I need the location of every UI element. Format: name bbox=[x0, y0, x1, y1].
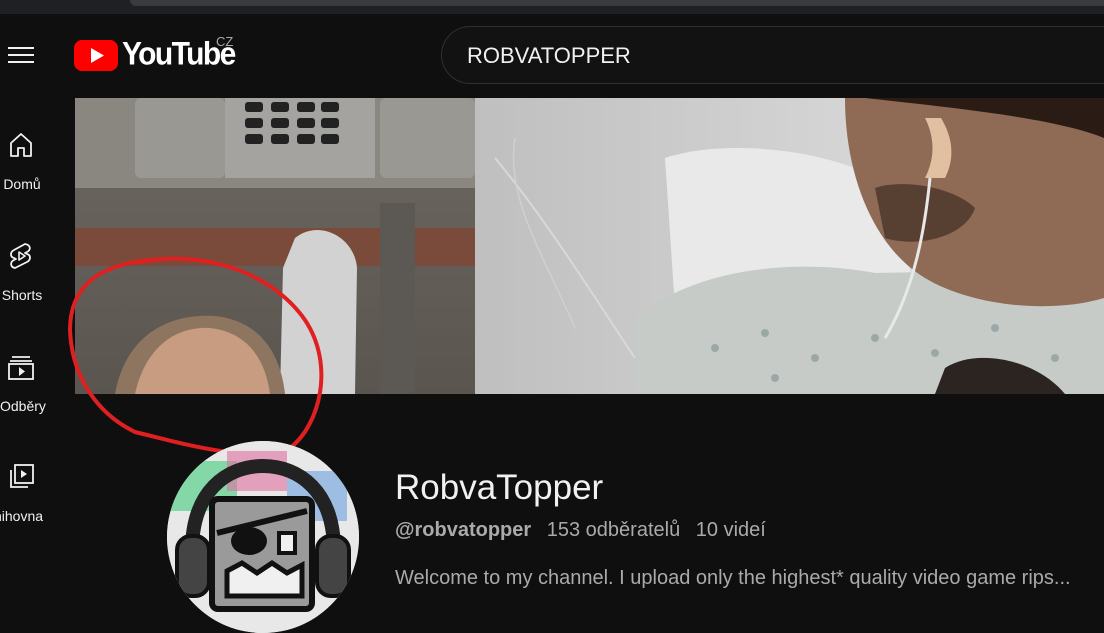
youtube-logo[interactable]: YouTube bbox=[74, 37, 236, 72]
channel-avatar[interactable] bbox=[167, 441, 359, 633]
sidebar-item-home[interactable]: Domů bbox=[0, 130, 75, 220]
sidebar-item-label: nihovna bbox=[0, 508, 44, 524]
channel-meta: @robvatopper 153 odběratelů 10 videí bbox=[395, 519, 776, 542]
browser-tab-strip bbox=[0, 0, 1104, 14]
channel-banner bbox=[75, 98, 1104, 394]
youtube-play-icon bbox=[74, 39, 118, 71]
search-input[interactable]: ROBVATOPPER bbox=[441, 26, 1104, 84]
home-icon bbox=[10, 133, 32, 157]
menu-icon[interactable] bbox=[6, 43, 36, 67]
channel-name: RobvaTopper bbox=[395, 468, 604, 507]
library-icon bbox=[10, 464, 34, 488]
sidebar-item-label: Odběry bbox=[0, 398, 46, 414]
country-code: CZ bbox=[216, 34, 234, 49]
masthead: YouTube CZ ROBVATOPPER bbox=[0, 14, 1104, 98]
video-count: 10 videí bbox=[695, 519, 766, 541]
channel-description[interactable]: Welcome to my channel. I upload only the… bbox=[395, 567, 1104, 590]
sidebar-item-shorts[interactable]: Shorts bbox=[0, 241, 75, 331]
sidebar: Domů Shorts Odběry nihovna bbox=[0, 98, 75, 621]
pirate-robot-headphones-icon bbox=[167, 441, 359, 633]
sidebar-item-label: Shorts bbox=[1, 287, 43, 303]
sidebar-item-subscriptions[interactable]: Odběry bbox=[0, 352, 75, 442]
subscriptions-icon bbox=[8, 356, 34, 380]
subscriber-count: 153 odběratelů bbox=[546, 519, 681, 541]
search-input-value: ROBVATOPPER bbox=[467, 43, 631, 68]
browser-tab-edge bbox=[130, 0, 1104, 6]
banner-image bbox=[75, 98, 1104, 394]
channel-handle: @robvatopper bbox=[395, 519, 532, 541]
sidebar-item-library[interactable]: nihovna bbox=[0, 462, 75, 552]
sidebar-item-label: Domů bbox=[3, 176, 41, 192]
shorts-icon bbox=[10, 243, 31, 269]
